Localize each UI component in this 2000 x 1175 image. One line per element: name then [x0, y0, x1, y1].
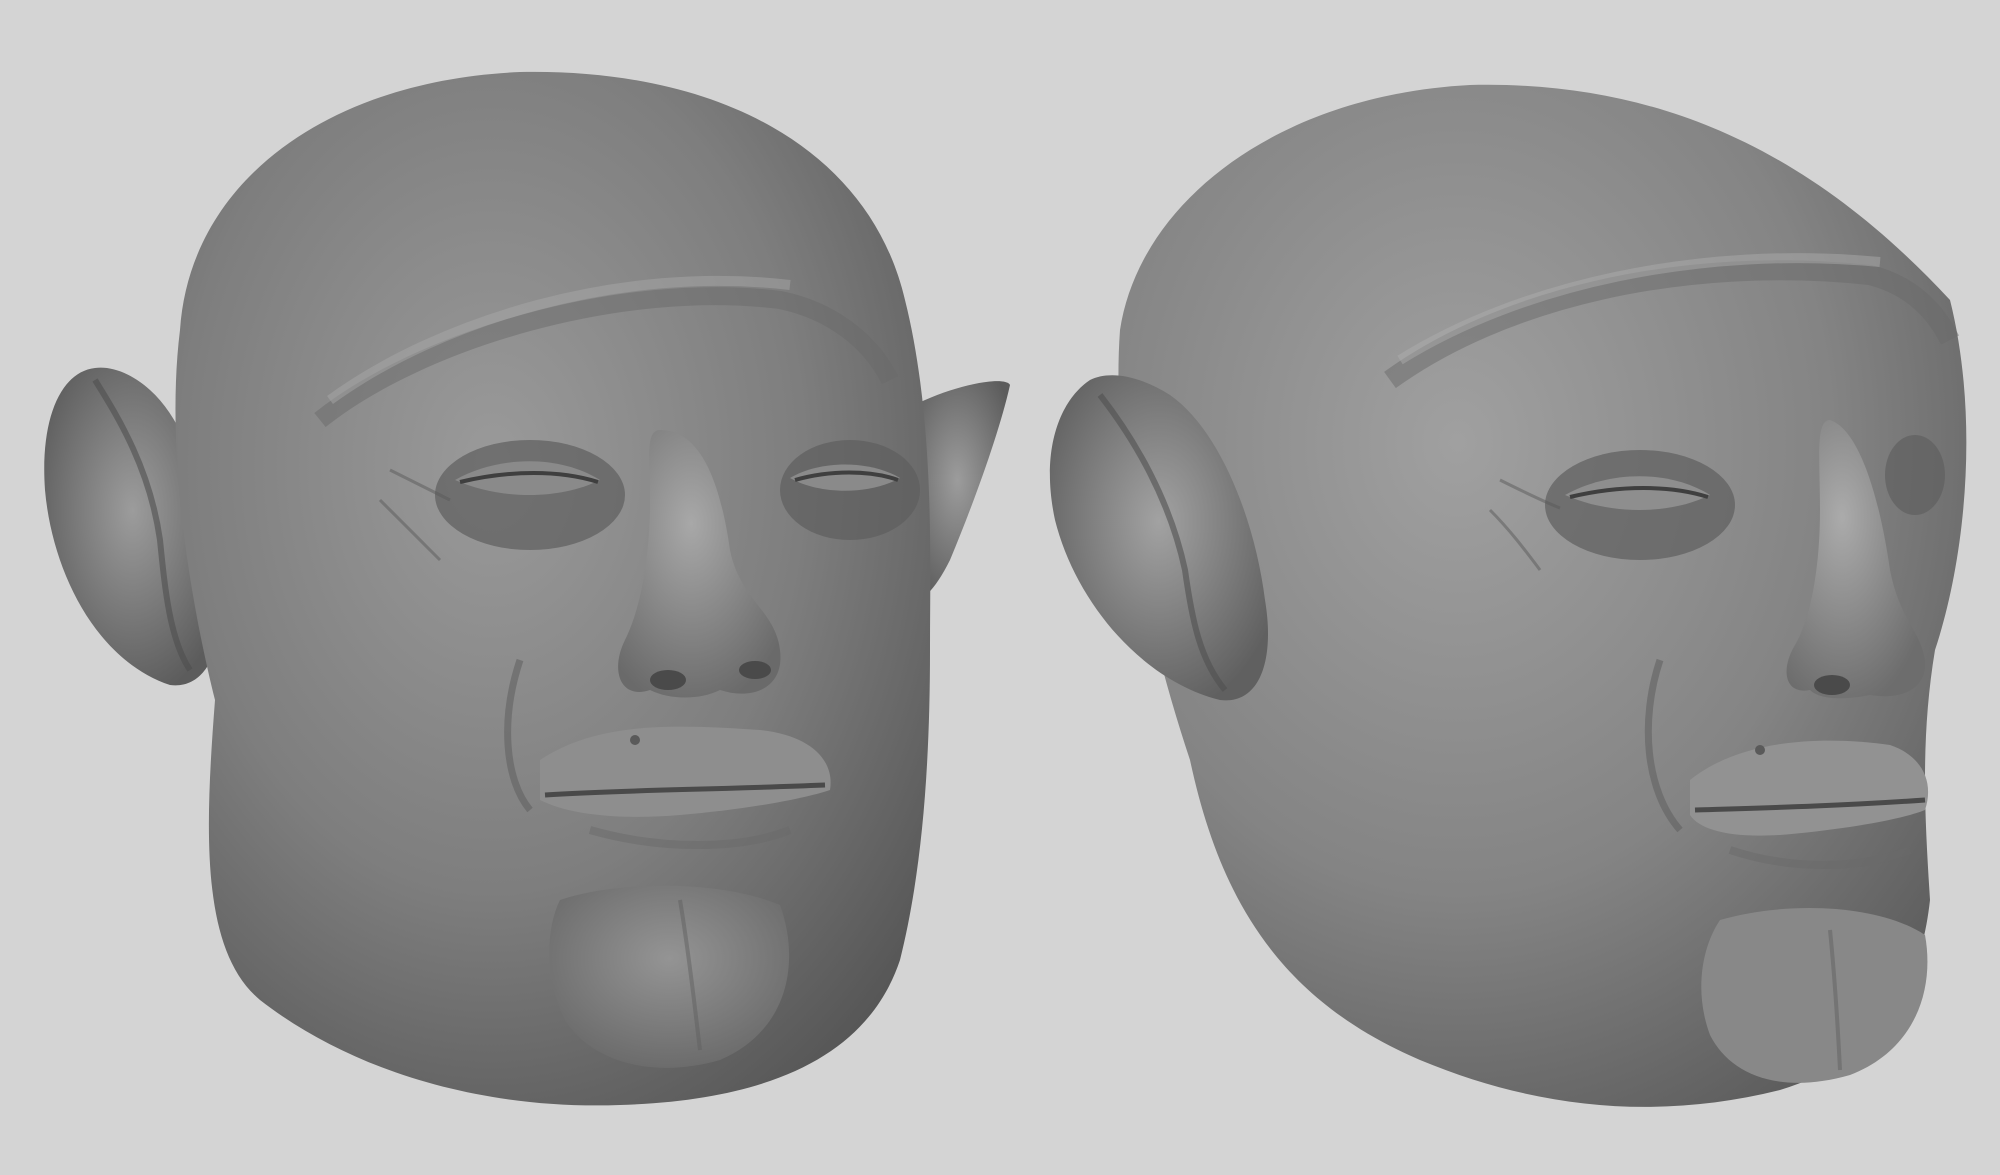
sculpt-viewport [0, 0, 2000, 1175]
head-front-render [44, 71, 1010, 1106]
head-sculpt-front-view [0, 0, 1020, 1175]
head-sculpt-side-view [1020, 0, 2000, 1175]
head-side-render [1049, 84, 1967, 1107]
chin-side [1701, 908, 1928, 1083]
